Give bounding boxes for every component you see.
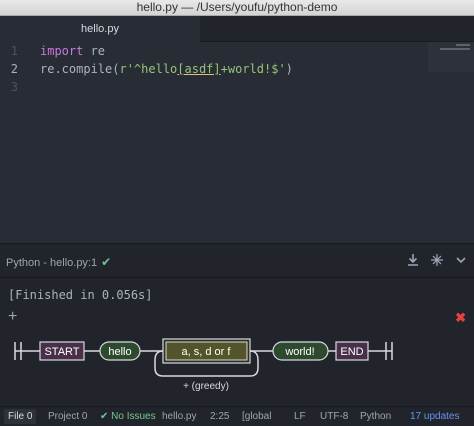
window-title: hello.py — /Users/youfu/python-demo bbox=[0, 0, 474, 16]
code-token: re bbox=[83, 44, 106, 58]
literal-label: hello bbox=[108, 346, 131, 358]
status-no-issues[interactable]: ✔ No Issues bbox=[100, 411, 156, 422]
minimap-line bbox=[456, 44, 470, 46]
tab-hello-py[interactable]: hello.py bbox=[0, 16, 200, 42]
panel-header: Python - hello.py:1 ✔ bbox=[0, 244, 474, 278]
char-class-token: [asdf] bbox=[177, 62, 221, 76]
status-file-tab[interactable]: File 0 bbox=[4, 409, 37, 424]
charset-label: a, s, d or f bbox=[182, 346, 232, 358]
end-label: END bbox=[340, 346, 363, 358]
panel-title-text: Python - hello.py:1 bbox=[6, 257, 98, 269]
status-cursor-position[interactable]: 2:25 bbox=[210, 411, 229, 422]
line-number: 2 bbox=[10, 62, 18, 76]
status-updates[interactable]: 17 updates bbox=[410, 411, 460, 422]
minimap[interactable] bbox=[428, 42, 474, 72]
file-tab-label: File bbox=[8, 411, 25, 422]
status-filename[interactable]: hello.py bbox=[162, 411, 196, 422]
status-grammar[interactable]: Python bbox=[360, 411, 391, 422]
pin-icon[interactable] bbox=[430, 253, 444, 267]
run-output: [Finished in 0.056s] bbox=[8, 288, 153, 302]
literal-label: world! bbox=[284, 346, 314, 358]
string-token: +world!$' bbox=[220, 62, 286, 76]
check-icon: ✔ bbox=[101, 255, 112, 269]
regex-railroad-diagram: START hello a, s, d or f + (greedy) worl… bbox=[14, 338, 393, 392]
tab-bar: hello.py bbox=[0, 16, 474, 42]
repeat-label: + (greedy) bbox=[183, 381, 229, 392]
status-scope[interactable]: [global bbox=[242, 411, 271, 422]
line-number: 1 bbox=[10, 44, 18, 58]
code-token: ) bbox=[285, 62, 293, 76]
line-number: 3 bbox=[10, 80, 18, 94]
panel-title: Python - hello.py:1 ✔ bbox=[6, 255, 111, 269]
code-line-1[interactable]: import re bbox=[40, 42, 105, 60]
status-encoding[interactable]: UTF-8 bbox=[320, 411, 348, 422]
status-bar: File 0 Project 0 ✔ No Issues hello.py 2:… bbox=[0, 406, 474, 426]
keyword-token: import bbox=[40, 44, 84, 58]
output-panel: Python - hello.py:1 ✔ [Finished in 0.056s… bbox=[0, 243, 474, 406]
code-line-2[interactable]: re.compile(r'^hello[asdf]+world!$') bbox=[40, 60, 293, 78]
add-icon[interactable]: + bbox=[8, 308, 17, 326]
close-icon[interactable]: ✖ bbox=[455, 310, 466, 326]
download-icon[interactable] bbox=[406, 253, 420, 267]
project-count: 0 bbox=[81, 411, 88, 422]
code-editor[interactable]: 1 2 3 import re re.compile(r'^hello[asdf… bbox=[0, 42, 474, 243]
start-label: START bbox=[44, 346, 79, 358]
status-line-ending[interactable]: LF bbox=[294, 411, 306, 422]
code-token: re.compile( bbox=[40, 62, 120, 76]
status-project-tab[interactable]: Project 0 bbox=[48, 411, 87, 422]
string-token: r'^hello bbox=[119, 62, 178, 76]
project-tab-label: Project bbox=[48, 411, 80, 422]
file-count: 0 bbox=[26, 411, 33, 422]
line-gutter: 1 2 3 bbox=[0, 42, 30, 243]
minimap-line bbox=[440, 48, 470, 50]
chevron-down-icon[interactable] bbox=[454, 253, 468, 267]
